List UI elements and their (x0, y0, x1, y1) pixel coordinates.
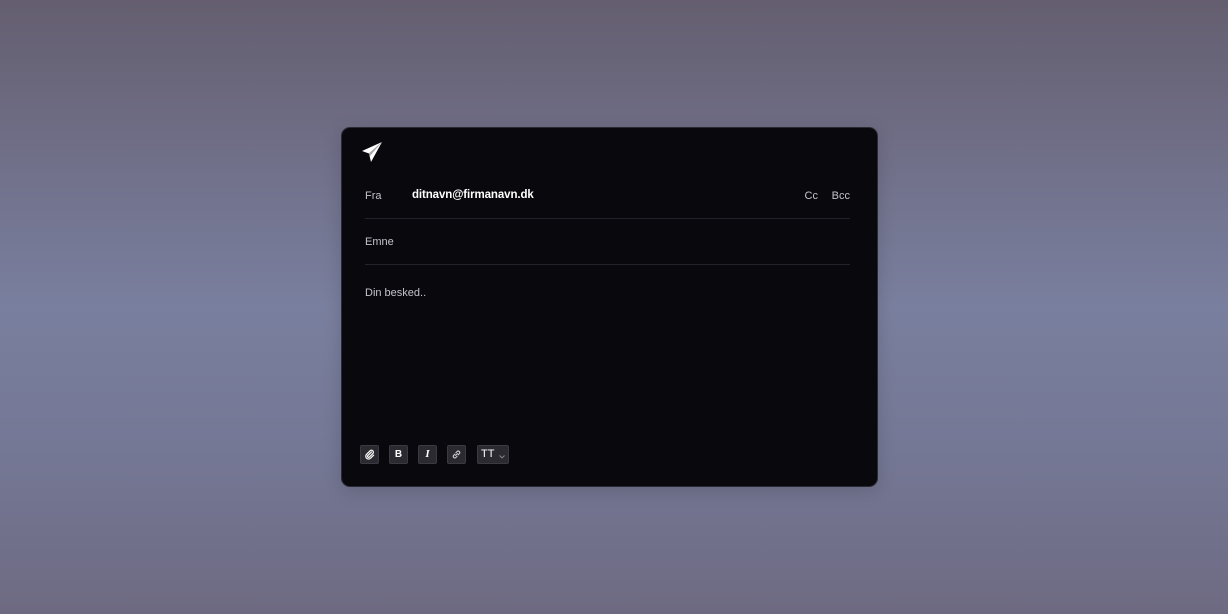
link-button[interactable] (447, 445, 466, 464)
cc-button[interactable]: Cc (805, 190, 818, 202)
link-icon (451, 449, 462, 460)
chevron-down-icon (499, 446, 506, 464)
bcc-button[interactable]: Bcc (832, 190, 850, 202)
italic-button[interactable]: I (418, 445, 437, 464)
message-body-placeholder: Din besked.. (365, 287, 427, 299)
subject-field[interactable]: Emne (365, 236, 394, 248)
subject-row[interactable]: Emne (365, 219, 850, 265)
from-address[interactable]: ditnavn@firmanavn.dk (412, 189, 534, 201)
italic-label: I (425, 448, 430, 460)
bold-button[interactable]: B (389, 445, 408, 464)
from-label: Fra (365, 190, 382, 202)
bold-label: B (394, 448, 403, 460)
font-size-dropdown[interactable]: TT (477, 445, 509, 464)
from-row: Fra ditnavn@firmanavn.dk Cc Bcc (365, 173, 850, 219)
message-body-field[interactable]: Din besked.. (365, 287, 850, 437)
paperclip-icon (364, 449, 375, 460)
font-size-label: TT (481, 448, 495, 460)
email-composer: Fra ditnavn@firmanavn.dk Cc Bcc Emne Din… (341, 127, 878, 487)
paper-plane-icon[interactable] (360, 140, 384, 164)
attach-button[interactable] (360, 445, 379, 464)
